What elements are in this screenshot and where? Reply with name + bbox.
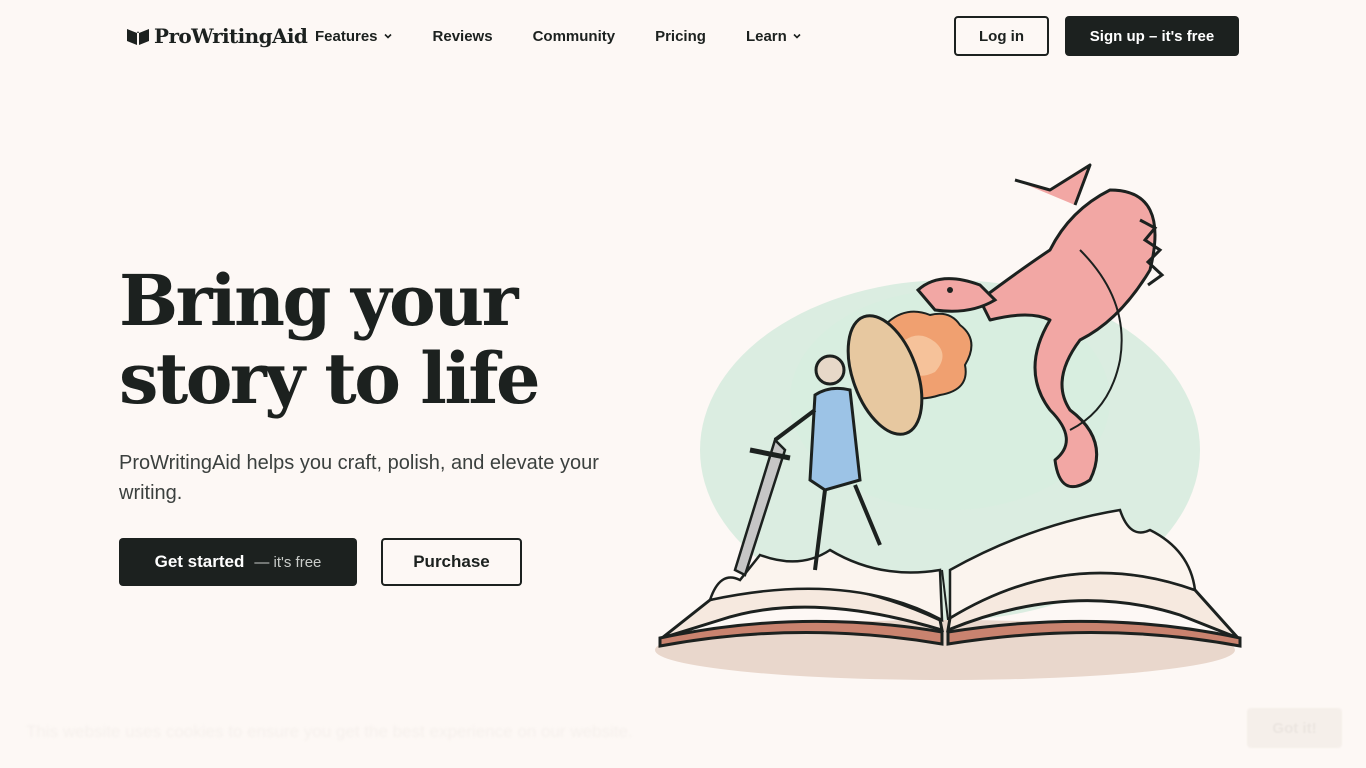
hero-title-line-1: Bring your	[119, 259, 518, 342]
nav-item-features[interactable]: Features	[315, 24, 393, 48]
nav-label: Pricing	[655, 27, 706, 45]
page: ProWritingAid Features Reviews Community…	[0, 0, 1366, 768]
cookie-text: This website uses cookies to ensure you …	[26, 722, 633, 741]
logo-icon	[127, 29, 149, 45]
chevron-down-icon	[793, 33, 801, 39]
get-started-button[interactable]: Get started — it's free	[119, 538, 357, 586]
cookie-banner: This website uses cookies to ensure you …	[0, 704, 1366, 760]
login-button[interactable]: Log in	[954, 16, 1049, 56]
nav-item-community[interactable]: Community	[533, 24, 616, 48]
nav-item-pricing[interactable]: Pricing	[655, 24, 706, 48]
nav-label: Features	[315, 27, 378, 45]
get-started-label: Get started	[154, 552, 245, 571]
cookie-accept-button[interactable]: Got it!	[1247, 708, 1342, 748]
hero-subtitle: ProWritingAid helps you craft, polish, a…	[119, 452, 599, 504]
hero-title-line-2: story to life	[119, 337, 541, 420]
book-dragon-knight-illustration	[655, 163, 1242, 680]
nav-label: Learn	[745, 27, 787, 45]
brand-name: ProWritingAid	[154, 24, 308, 48]
chevron-down-icon	[383, 33, 392, 39]
signup-button[interactable]: Sign up – it's free	[1065, 16, 1239, 56]
nav-label: Reviews	[432, 27, 493, 45]
main-nav: Features Reviews Community Pricing Learn	[315, 24, 802, 48]
hero-title: Bring your story to life	[119, 262, 639, 418]
brand-logo[interactable]: ProWritingAid	[126, 22, 308, 50]
purchase-button[interactable]: Purchase	[381, 538, 522, 586]
nav-item-reviews[interactable]: Reviews	[433, 24, 493, 48]
top-navigation: ProWritingAid Features Reviews Community…	[0, 0, 1366, 72]
nav-label: Community	[532, 27, 616, 45]
nav-item-learn[interactable]: Learn	[746, 24, 802, 48]
get-started-aside: — it's free	[254, 553, 322, 571]
